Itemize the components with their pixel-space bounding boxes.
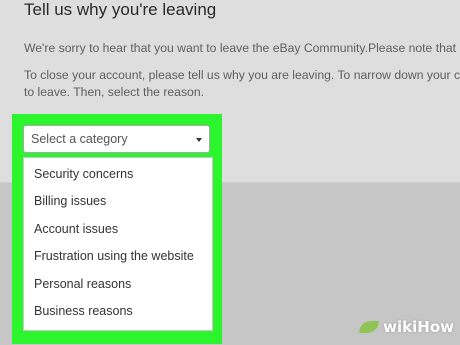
info-paragraph: We're sorry to hear that you want to lea… [24,41,457,55]
option-business-reasons[interactable]: Business reasons [34,304,133,318]
watermark-text: wikiHow [383,318,454,336]
watermark-wiki: wiki [383,318,418,336]
category-select[interactable]: Select a category [23,125,210,153]
instructions-paragraph-line-1: To close your account, please tell us wh… [24,68,460,82]
option-personal-reasons[interactable]: Personal reasons [34,277,131,291]
watermark-how: How [417,318,454,336]
option-billing-issues[interactable]: Billing issues [34,194,106,208]
option-frustration-using-website[interactable]: Frustration using the website [34,249,194,263]
page-title: Tell us why you're leaving [24,0,217,19]
category-select-value: Select a category [31,132,128,146]
option-account-issues[interactable]: Account issues [34,222,118,236]
instructions-paragraph-line-2: to leave. Then, select the reason. [24,85,204,99]
wikihow-watermark: wikiHow [359,316,454,338]
option-security-concerns[interactable]: Security concerns [34,167,133,181]
leaf-icon [359,321,380,333]
category-dropdown-list: Security concerns Billing issues Account… [23,157,213,331]
chevron-down-icon[interactable] [196,138,202,142]
